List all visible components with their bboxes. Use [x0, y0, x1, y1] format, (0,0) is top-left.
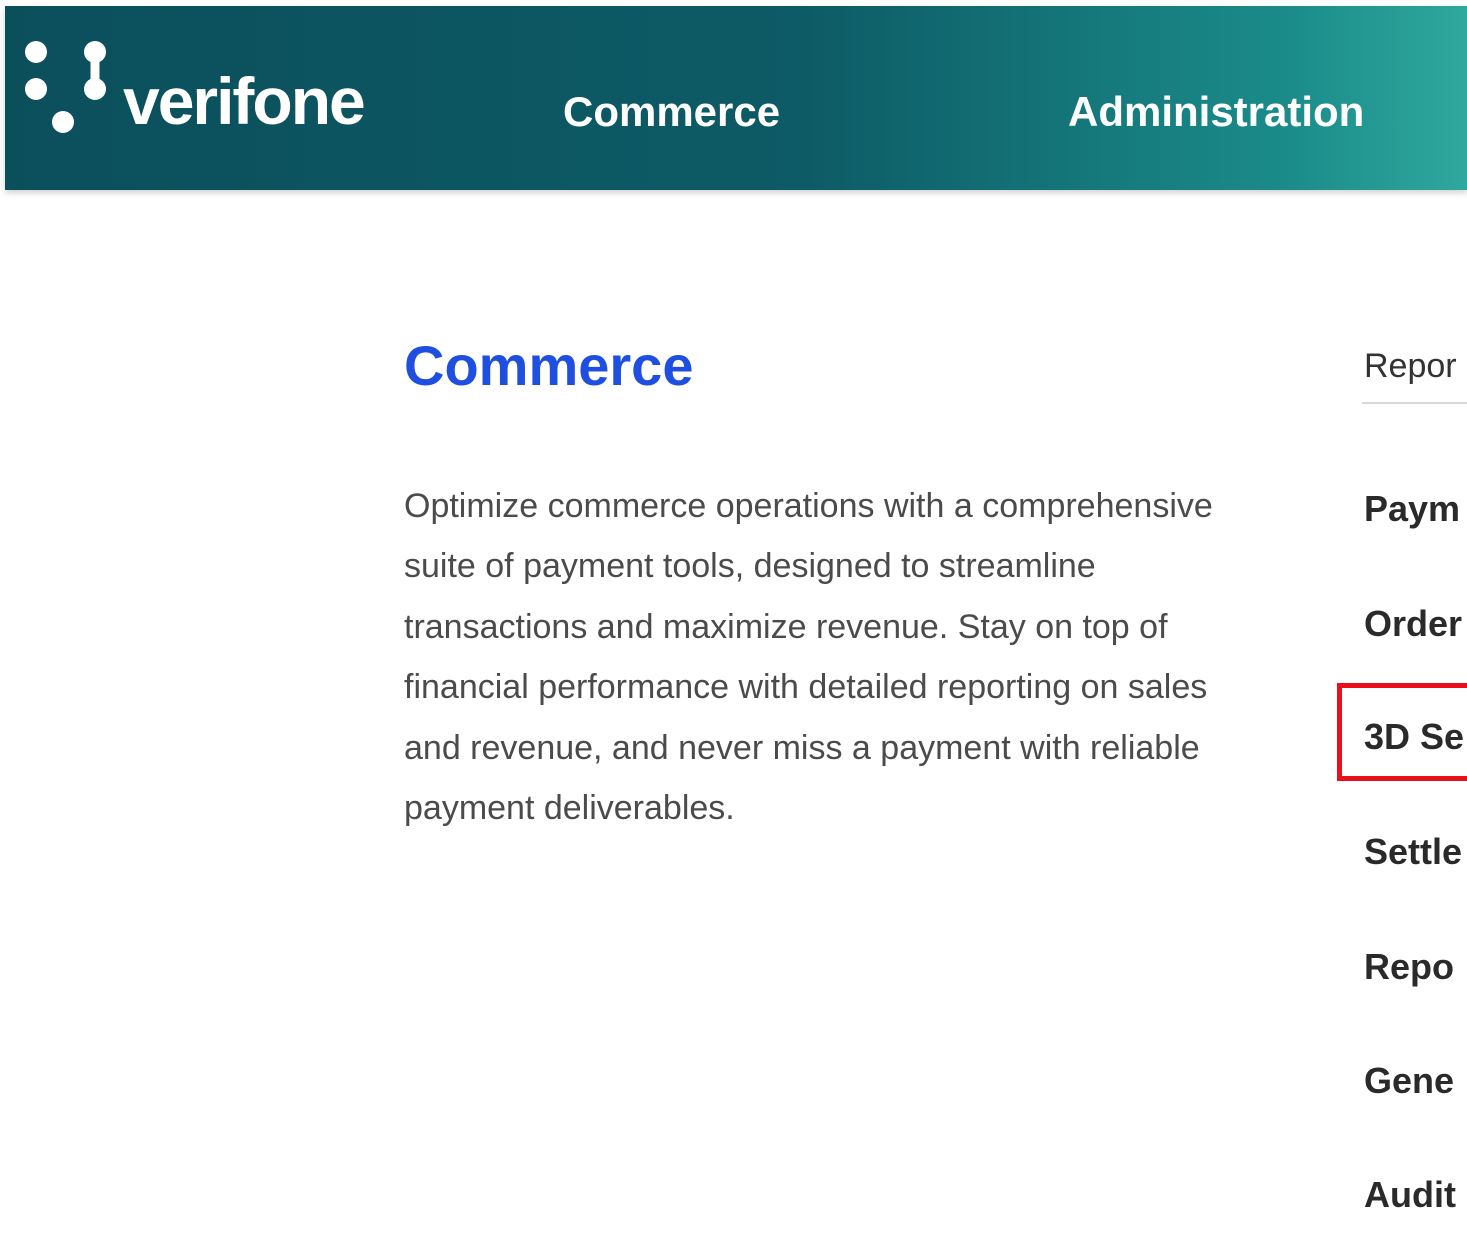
top-navigation-bar: verifone Commerce Administration — [5, 6, 1467, 190]
side-item-payments[interactable]: Paym — [1364, 488, 1460, 530]
side-panel-header: Repor — [1364, 347, 1457, 385]
side-panel-divider — [1362, 402, 1467, 404]
page-title: Commerce — [404, 334, 694, 397]
verifone-logo-mark-icon — [25, 41, 106, 133]
side-item-reports[interactable]: Repo — [1364, 946, 1454, 988]
side-item-orders[interactable]: Order — [1364, 603, 1462, 645]
nav-commerce[interactable]: Commerce — [563, 88, 780, 136]
side-item-general[interactable]: Gene — [1364, 1060, 1454, 1102]
highlight-annotation — [1337, 683, 1467, 781]
page-description: Optimize commerce operations with a comp… — [404, 487, 1213, 828]
brand-name: verifone — [123, 64, 366, 138]
side-item-audit[interactable]: Audit — [1364, 1174, 1456, 1216]
nav-administration[interactable]: Administration — [1068, 88, 1364, 136]
side-item-settlements[interactable]: Settle — [1364, 831, 1462, 873]
side-panel: Repor Paym Order 3D Se Settle Repo Gene … — [1362, 340, 1467, 1234]
verifone-logo[interactable]: verifone — [23, 34, 413, 144]
